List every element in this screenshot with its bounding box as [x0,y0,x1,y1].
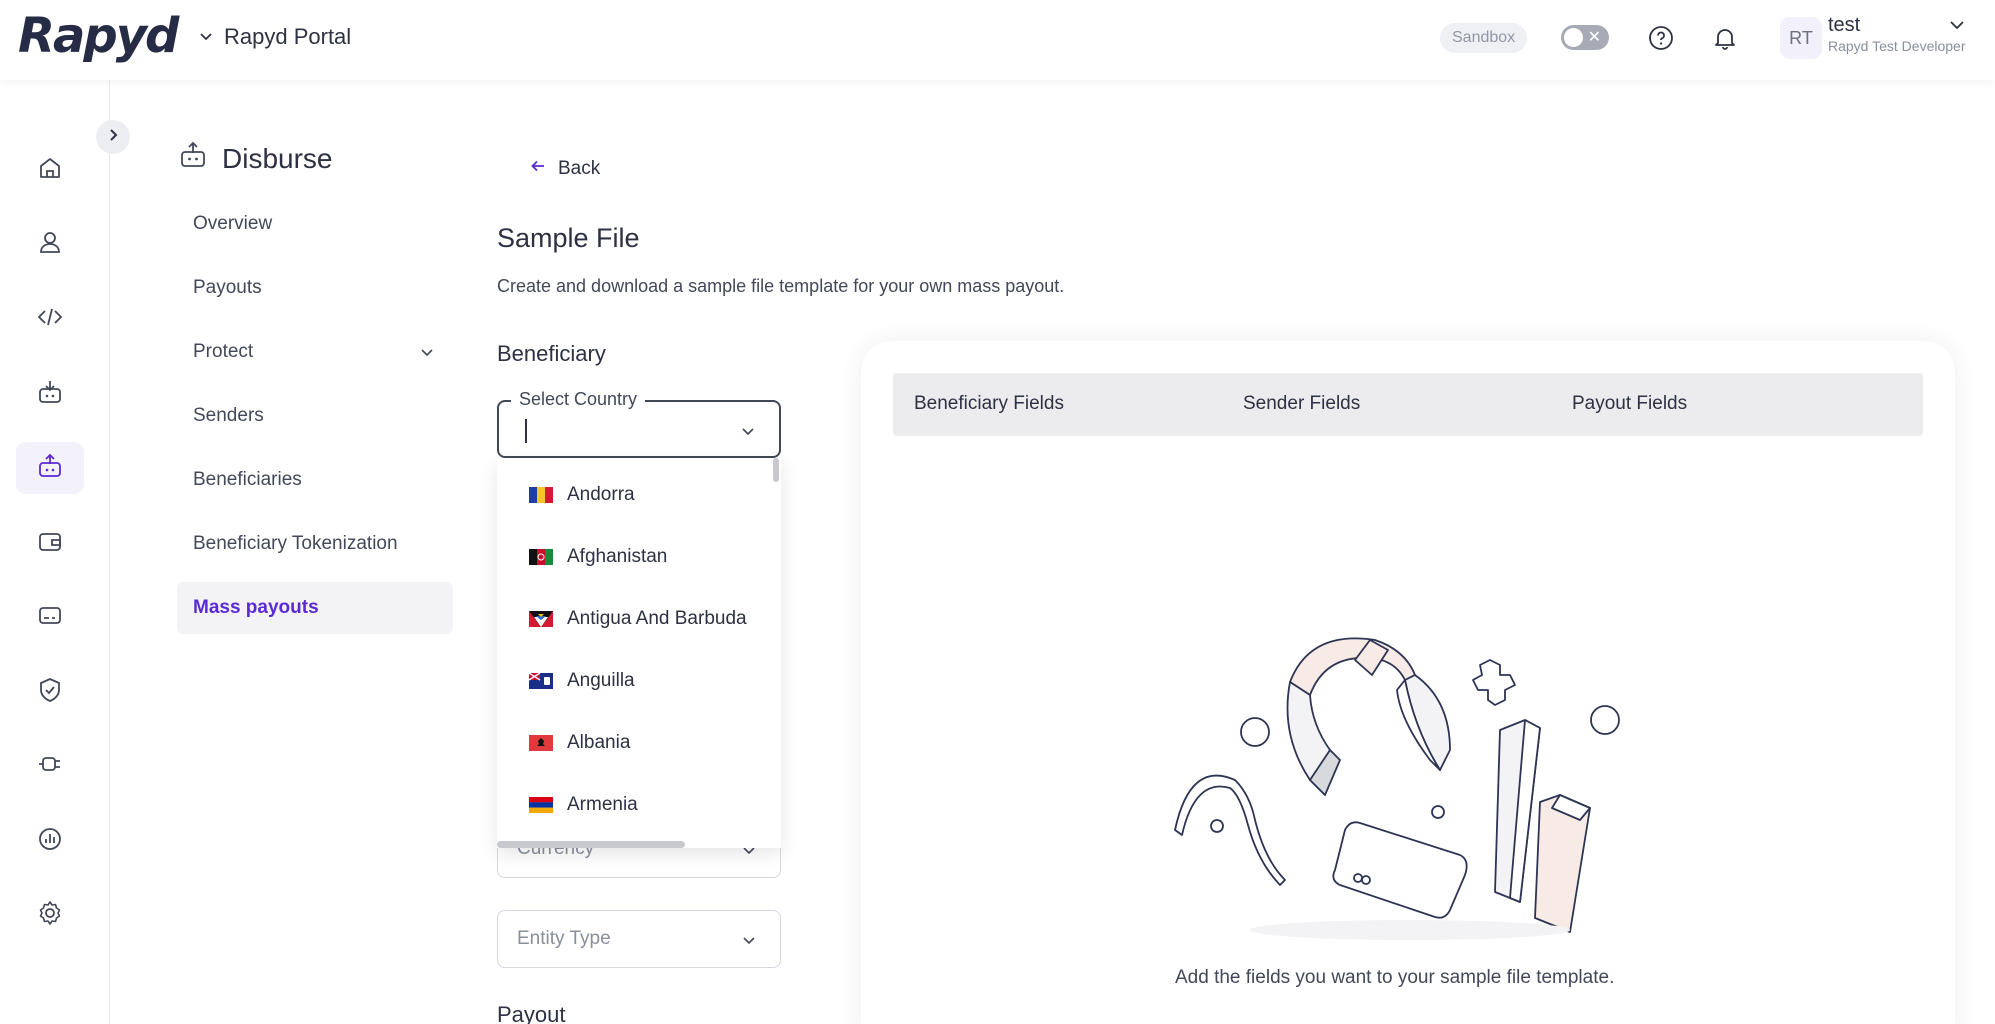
entity-type-placeholder: Entity Type [517,928,611,949]
tab-payout-fields[interactable]: Payout Fields [1572,393,1687,415]
country-option-label: Anguilla [567,670,635,691]
country-option-label: Afghanistan [567,546,668,567]
bell-icon[interactable] [1709,22,1741,54]
anguilla-flag-icon [528,672,553,689]
subnav-overview[interactable]: Overview [177,198,453,250]
plug-icon [36,750,64,783]
top-bar: Rapyd Rapyd Portal Sandbox ✕ RT test Rap… [0,0,1995,80]
rail-home[interactable] [16,144,84,196]
country-select[interactable]: Select Country [497,389,781,458]
rail-protect[interactable] [16,666,84,718]
help-icon[interactable] [1645,22,1677,54]
subnav-protect-label: Protect [193,341,254,362]
country-select-label: Select Country [511,389,646,410]
country-option-label: Andorra [567,484,635,505]
vertical-scrollbar[interactable] [773,458,779,482]
rail-settings[interactable] [16,889,84,941]
rail-customers[interactable] [16,218,84,270]
subnav-beneficiary-tokenization[interactable]: Beneficiary Tokenization [177,518,453,570]
subnav-senders[interactable]: Senders [177,390,453,442]
horizontal-scrollbar[interactable] [497,841,685,848]
country-search-input[interactable] [523,416,723,444]
collect-icon [36,378,64,411]
reports-icon [36,825,64,858]
back-label: Back [558,158,601,179]
country-option[interactable]: Afghanistan [497,526,781,588]
field-tabs: Beneficiary Fields Sender Fields Payout … [893,373,1923,436]
country-option[interactable]: Andorra [497,464,781,526]
country-option-label: Armenia [567,794,638,815]
chevron-down-icon [419,344,435,360]
page-title: Sample File [497,223,640,253]
page-subtitle: Create and download a sample file templa… [497,276,1065,296]
country-option-label: Albania [567,732,631,753]
entity-type-select[interactable]: Entity Type [497,910,781,968]
subnav-mass-payouts[interactable]: Mass payouts [177,582,453,634]
back-link[interactable]: Back [530,158,600,180]
subnav-beneficiaries[interactable]: Beneficiaries [177,454,453,506]
andorra-flag-icon [529,487,553,503]
country-option[interactable]: Antigua And Barbuda [497,588,781,650]
chevron-down-icon[interactable] [1948,16,1966,34]
chevron-right-icon [105,127,121,148]
arrow-left-icon [530,158,546,180]
tab-beneficiary-fields[interactable]: Beneficiary Fields [914,393,1064,415]
chevron-down-icon [742,933,756,947]
sandbox-toggle[interactable]: ✕ [1561,25,1609,50]
code-icon [36,303,64,336]
rail-disburse[interactable] [16,442,84,494]
country-dropdown-list[interactable]: Andorra Afghanistan Antigua And Barbuda … [497,458,781,848]
section-title-label: Disburse [222,142,333,174]
subnav-payouts[interactable]: Payouts [177,262,453,314]
country-option-label: Antigua And Barbuda [567,608,747,629]
country-option[interactable]: Armenia [497,774,781,836]
portal-label: Rapyd Portal [224,24,352,49]
antigua-flag-icon [529,611,553,627]
rail-collect[interactable] [16,368,84,420]
country-option[interactable]: Anguilla [497,650,781,712]
rail-reports[interactable] [16,815,84,867]
wallet-icon [36,527,64,560]
portal-switcher[interactable]: Rapyd Portal [198,24,351,50]
disburse-icon [178,140,208,177]
shield-check-icon [36,676,64,709]
afghanistan-flag-icon [529,549,553,565]
payout-heading: Payout [497,1002,566,1024]
armenia-flag-icon [529,797,553,813]
chevron-down-icon [741,424,755,438]
text-caret [525,419,527,443]
settings-icon [36,899,64,932]
rapyd-logo[interactable]: Rapyd [18,8,179,64]
chevron-down-icon [198,24,214,50]
subnav-protect[interactable]: Protect [177,326,453,378]
disburse-icon [36,452,64,485]
home-icon [36,154,64,187]
card-icon [36,601,64,634]
rail-developers[interactable] [16,293,84,345]
empty-state-message: Add the fields you want to your sample f… [1175,967,1615,988]
sandbox-badge: Sandbox [1440,23,1528,53]
user-name: test [1828,14,1861,36]
avatar[interactable]: RT [1780,17,1822,59]
albania-flag-icon [529,735,553,751]
section-title: Disburse [178,140,332,177]
beneficiary-heading: Beneficiary [497,341,606,366]
user-icon [36,228,64,261]
rail-wallets[interactable] [16,517,84,569]
expand-rail-button[interactable] [96,120,130,154]
user-role: Rapyd Test Developer [1828,38,1966,54]
close-icon: ✕ [1587,29,1601,46]
tab-sender-fields[interactable]: Sender Fields [1243,393,1360,415]
empty-state-illustration [1160,620,1660,950]
country-option[interactable]: Albania [497,712,781,774]
toggle-knob [1564,28,1583,47]
rail-issuing[interactable] [16,591,84,643]
rail-integrations[interactable] [16,740,84,792]
